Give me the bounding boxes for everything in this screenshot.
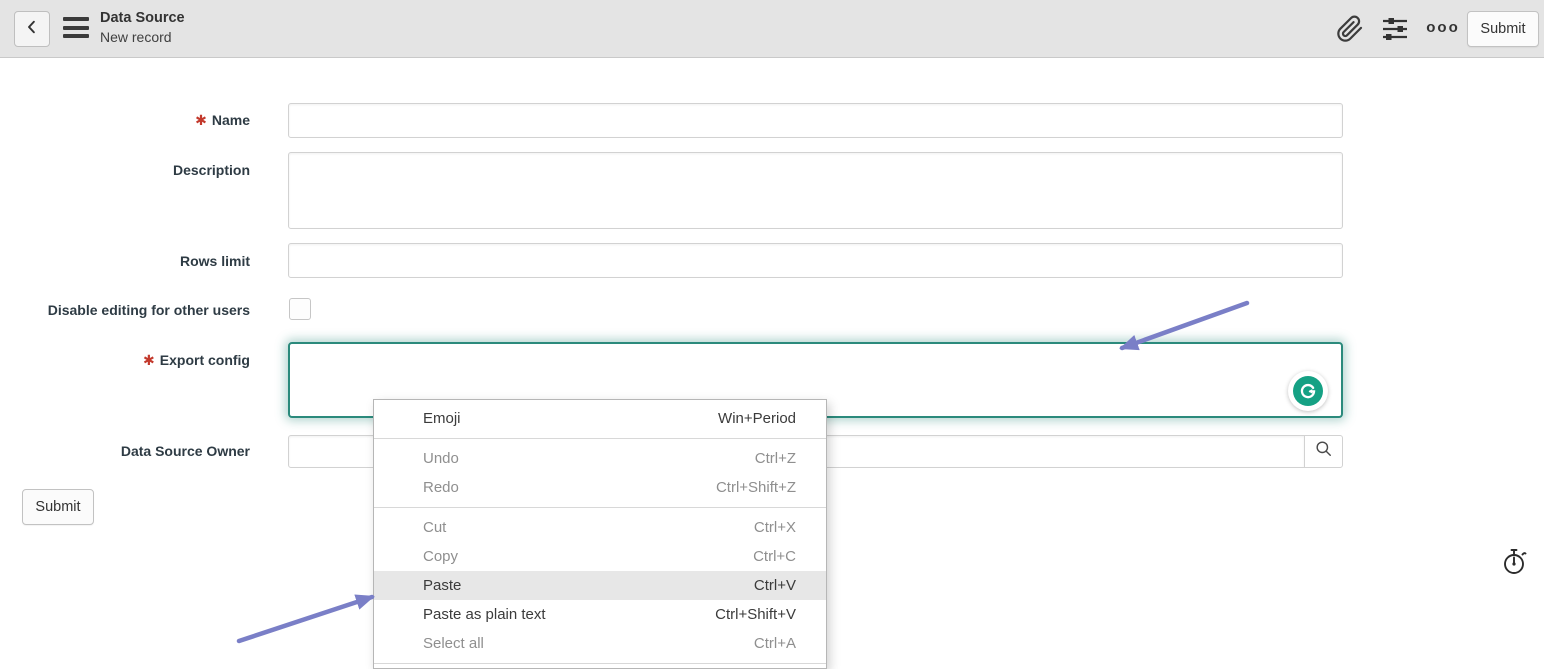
description-label: Description (10, 160, 250, 180)
response-time-stopwatch-icon[interactable] (1501, 547, 1529, 577)
grammarly-icon[interactable] (1288, 371, 1328, 411)
shortcut-hint: Ctrl+X (754, 519, 796, 536)
back-button[interactable] (14, 11, 50, 47)
browser-context-menu: Emoji Win+Period Undo Ctrl+Z Redo Ctrl+S… (373, 399, 827, 669)
shortcut-hint: Ctrl+V (754, 577, 796, 594)
grammarly-g-logo (1293, 376, 1323, 406)
shortcut-hint: Ctrl+Z (755, 450, 796, 467)
chevron-left-icon (23, 18, 41, 41)
annotation-arrow-paste (239, 597, 372, 641)
context-menu-item-copy: Copy Ctrl+C (374, 542, 826, 571)
reference-lookup-button[interactable] (1304, 435, 1343, 468)
header-submit-button[interactable]: Submit (1467, 11, 1539, 47)
hamburger-menu-icon[interactable] (63, 17, 89, 41)
menu-separator (374, 507, 826, 508)
record-subtitle: New record (100, 28, 185, 47)
menu-separator (374, 438, 826, 439)
context-menu-item-paste-plain[interactable]: Paste as plain text Ctrl+Shift+V (374, 600, 826, 629)
footer-submit-button[interactable]: Submit (22, 489, 94, 525)
name-input[interactable] (288, 103, 1343, 138)
name-label: ✱Name (10, 110, 250, 130)
shortcut-hint: Win+Period (718, 410, 796, 427)
page-title: Data Source New record (100, 9, 185, 47)
disable-editing-label: Disable editing for other users (10, 300, 250, 320)
shortcut-hint: Ctrl+Shift+Z (716, 479, 796, 496)
disable-editing-checkbox[interactable] (289, 298, 311, 320)
more-options-icon[interactable]: ooo (1424, 19, 1462, 39)
rows-limit-input[interactable] (288, 243, 1343, 278)
header-bar: Data Source New record ooo Submit (0, 0, 1544, 58)
context-menu-item-select-all: Select all Ctrl+A (374, 629, 826, 658)
required-marker: ✱ (143, 352, 155, 368)
description-textarea[interactable] (288, 152, 1343, 229)
required-marker: ✱ (195, 112, 207, 128)
export-config-label: ✱Export config (10, 350, 250, 370)
context-menu-item-redo: Redo Ctrl+Shift+Z (374, 473, 826, 502)
context-menu-item-paste[interactable]: Paste Ctrl+V (374, 571, 826, 600)
search-icon (1314, 439, 1334, 464)
rows-limit-label: Rows limit (10, 251, 250, 271)
context-menu-item-emoji[interactable]: Emoji Win+Period (374, 404, 826, 433)
paperclip-icon[interactable] (1336, 14, 1364, 49)
shortcut-hint: Ctrl+C (753, 548, 796, 565)
menu-separator (374, 663, 826, 664)
personalize-sliders-icon[interactable] (1381, 16, 1409, 47)
shortcut-hint: Ctrl+A (754, 635, 796, 652)
context-menu-item-cut: Cut Ctrl+X (374, 513, 826, 542)
shortcut-hint: Ctrl+Shift+V (715, 606, 796, 623)
context-menu-item-undo: Undo Ctrl+Z (374, 444, 826, 473)
data-source-owner-label: Data Source Owner (10, 441, 250, 461)
record-type-title: Data Source (100, 9, 185, 28)
